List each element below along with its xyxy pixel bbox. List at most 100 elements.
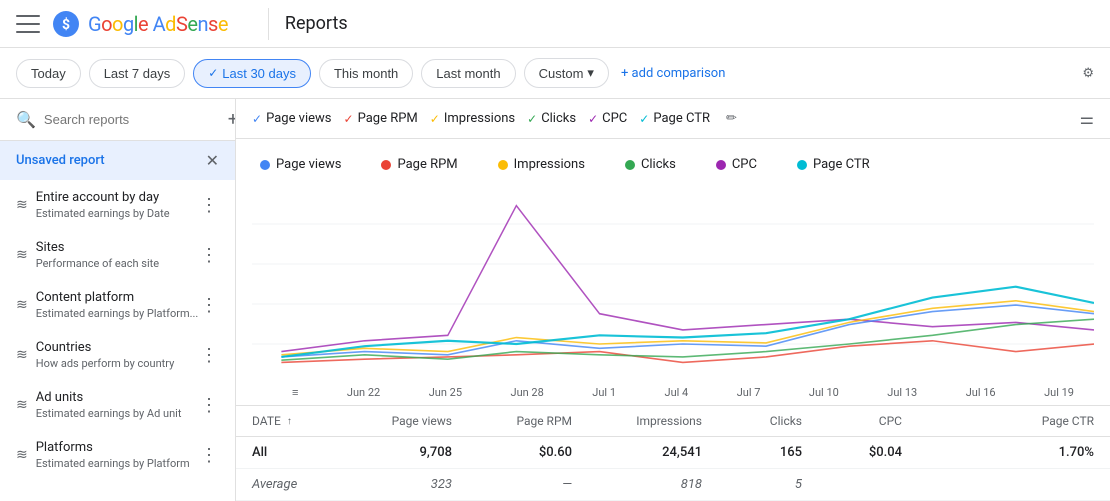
clicks-dot: [625, 160, 635, 170]
svg-text:$: $: [62, 16, 70, 33]
chip-clicks[interactable]: ✓ Clicks: [527, 111, 576, 126]
col-header-cpc[interactable]: CPC: [802, 414, 902, 428]
hamburger-icon[interactable]: [16, 12, 40, 36]
col-header-clicks[interactable]: Clicks: [702, 414, 802, 428]
sidebar-item-platforms[interactable]: ≋ Platforms Estimated earnings by Platfo…: [0, 430, 235, 480]
chip-impressions[interactable]: ✓ Impressions: [430, 111, 515, 126]
chip-page-views[interactable]: ✓ Page views: [252, 111, 332, 126]
last7-button[interactable]: Last 7 days: [89, 59, 186, 88]
sidebar: 🔍 + Unsaved report ✕ ≋ Entire account by…: [0, 99, 236, 501]
check-icon: ✓: [252, 112, 262, 126]
platforms-more-icon[interactable]: ⋮: [200, 445, 219, 466]
countries-sub: How ads perform by country: [36, 357, 200, 370]
col-header-impressions[interactable]: Impressions: [572, 414, 702, 428]
content-platform-icon: ≋: [16, 297, 28, 313]
x-label-jun22: Jun 22: [347, 386, 380, 399]
chart-legend: Page views Page RPM Impressions Clicks C…: [252, 149, 1094, 184]
legend-page-ctr: Page CTR: [797, 157, 870, 172]
x-label-jul13: Jul 13: [887, 386, 917, 399]
close-icon[interactable]: ✕: [206, 151, 219, 170]
table-row-average[interactable]: Average 323 — 818 5: [236, 469, 1110, 501]
row-avg-pagerpm: —: [452, 477, 572, 492]
cpc-dot: [716, 160, 726, 170]
x-label-jul7: Jul 7: [737, 386, 761, 399]
custom-button[interactable]: Custom ▾: [524, 58, 609, 88]
settings-icon[interactable]: ⚙: [1082, 66, 1094, 81]
sidebar-search: 🔍 +: [0, 99, 235, 141]
row-all-impressions: 24,541: [572, 445, 702, 460]
check-icon: ✓: [527, 112, 537, 126]
check-icon: ✓: [588, 112, 598, 126]
last30-button[interactable]: ✓ Last 30 days: [193, 59, 311, 88]
col-header-pageviews[interactable]: Page views: [332, 414, 452, 428]
adsense-logo-icon: $: [52, 10, 80, 38]
chart-svg: [252, 184, 1094, 384]
platforms-label: Platforms: [36, 440, 200, 455]
platforms-icon: ≋: [16, 447, 28, 463]
report-icon: ≋: [16, 197, 28, 213]
sites-label: Sites: [36, 240, 200, 255]
x-label-jun28: Jun 28: [511, 386, 544, 399]
entire-account-label: Entire account by day: [36, 190, 200, 205]
x-label-jul19: Jul 19: [1044, 386, 1074, 399]
row-avg-pageviews: 323: [332, 477, 452, 492]
sidebar-item-countries[interactable]: ≋ Countries How ads perform by country ⋮: [0, 330, 235, 380]
legend-clicks: Clicks: [625, 157, 676, 172]
x-label-jul10: Jul 10: [809, 386, 839, 399]
sidebar-item-sites[interactable]: ≋ Sites Performance of each site ⋮: [0, 230, 235, 280]
legend-page-rpm: Page RPM: [381, 157, 457, 172]
sites-more-icon[interactable]: ⋮: [200, 245, 219, 266]
sidebar-item-unsaved[interactable]: Unsaved report ✕: [0, 141, 235, 180]
row-all-date: All: [252, 445, 332, 460]
check-icon: ✓: [208, 66, 218, 80]
sidebar-item-ad-units[interactable]: ≋ Ad units Estimated earnings by Ad unit…: [0, 380, 235, 430]
logo-text: Google AdSense: [88, 12, 228, 36]
this-month-button[interactable]: This month: [319, 59, 413, 88]
row-all-pagerpm: $0.60: [452, 445, 572, 460]
table-row-all[interactable]: All 9,708 $0.60 24,541 165 $0.04: [236, 437, 1110, 469]
add-report-icon[interactable]: +: [228, 109, 236, 130]
row-avg-clicks: 5: [702, 477, 802, 492]
content-more-icon[interactable]: ⋮: [200, 295, 219, 316]
col-header-date[interactable]: DATE ↑: [252, 414, 332, 428]
chip-page-ctr[interactable]: ✓ Page CTR: [639, 111, 710, 126]
logo: $ Google AdSense: [52, 10, 228, 38]
sidebar-item-entire-account[interactable]: ≋ Entire account by day Estimated earnin…: [0, 180, 235, 230]
row-avg-date: Average: [252, 477, 332, 492]
row-all-pageviews: 9,708: [332, 445, 452, 460]
filter-chips: ✓ Page views ✓ Page RPM ✓ Impressions ✓ …: [236, 99, 1110, 139]
col-header-pagectr[interactable]: Page CTR: [902, 414, 1094, 428]
countries-label: Countries: [36, 340, 200, 355]
ad-units-label: Ad units: [36, 390, 200, 405]
content-platform-label: Content platform: [36, 290, 200, 305]
check-icon: ✓: [639, 112, 649, 126]
content-platform-sub: Estimated earnings by Platform...: [36, 307, 200, 320]
add-comparison-button[interactable]: + add comparison: [621, 66, 725, 81]
table-header: DATE ↑ Page views Page RPM Impressions C…: [236, 406, 1110, 437]
row-avg-cpc: [802, 477, 902, 492]
chip-cpc[interactable]: ✓ CPC: [588, 111, 627, 126]
row-avg-impressions: 818: [572, 477, 702, 492]
countries-more-icon[interactable]: ⋮: [200, 345, 219, 366]
sidebar-item-content-platform[interactable]: ≋ Content platform Estimated earnings by…: [0, 280, 235, 330]
nav-divider: [268, 8, 269, 40]
check-icon: ✓: [430, 112, 440, 126]
sites-sub: Performance of each site: [36, 257, 200, 270]
col-header-pagerpm[interactable]: Page RPM: [452, 414, 572, 428]
last-month-button[interactable]: Last month: [421, 59, 515, 88]
search-input[interactable]: [44, 112, 220, 127]
row-all-clicks: 165: [702, 445, 802, 460]
chip-page-rpm[interactable]: ✓ Page RPM: [344, 111, 418, 126]
edit-metrics-icon[interactable]: ✏: [726, 111, 737, 126]
more-icon[interactable]: ⋮: [200, 195, 219, 216]
sort-asc-icon: ↑: [287, 416, 292, 427]
row-all-cpc: $0.04: [802, 445, 902, 460]
ad-units-more-icon[interactable]: ⋮: [200, 395, 219, 416]
row-avg-pagectr: [902, 477, 1094, 492]
row-all-pagectr: 1.70%: [902, 445, 1094, 460]
filter-icon[interactable]: ⚌: [1080, 109, 1094, 128]
x-label-jul4: Jul 4: [665, 386, 689, 399]
today-button[interactable]: Today: [16, 59, 81, 88]
content-area: ✓ Page views ✓ Page RPM ✓ Impressions ✓ …: [236, 99, 1110, 501]
chart-area: Page views Page RPM Impressions Clicks C…: [236, 139, 1110, 405]
